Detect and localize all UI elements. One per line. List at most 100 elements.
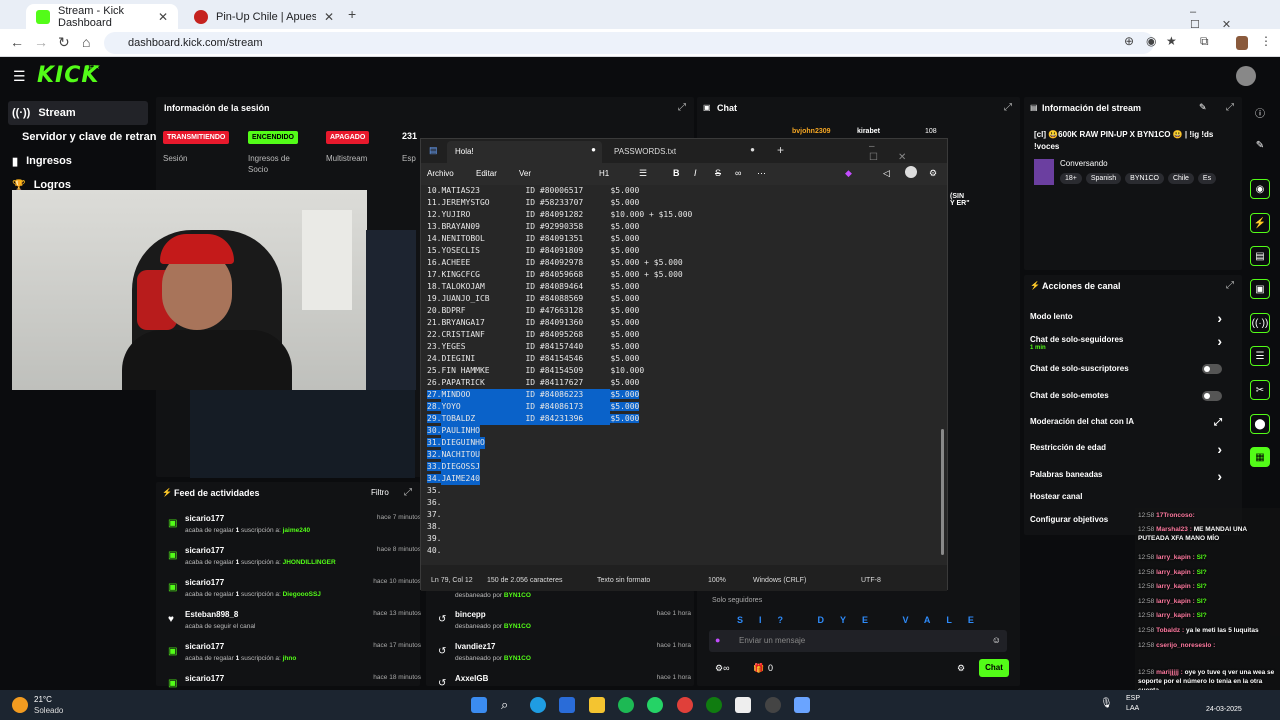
menu-file[interactable]: Archivo xyxy=(427,169,454,178)
sidebar-item-revenue[interactable]: ▮ Ingresos xyxy=(8,149,148,173)
stream-tag[interactable]: BYN1CO xyxy=(1125,173,1164,184)
account-icon[interactable] xyxy=(905,166,917,178)
new-tab-button[interactable]: + xyxy=(777,143,784,157)
toggle-switch[interactable] xyxy=(1202,391,1222,401)
channel-action-item[interactable]: Chat de solo-suscriptores xyxy=(1030,364,1230,384)
feed-username[interactable]: sicario177 xyxy=(185,578,224,587)
feed-item[interactable]: ▣ sicario177 acaba de regalar 1 suscripció… xyxy=(166,642,421,672)
star-icon[interactable]: ★ xyxy=(1166,34,1177,48)
window-controls[interactable]: –☐✕ xyxy=(869,141,947,163)
forward-icon[interactable]: → xyxy=(34,34,48,50)
expand-icon[interactable]: ⤢ xyxy=(404,487,412,498)
mic-tray-icon[interactable]: 🎙 xyxy=(1100,698,1113,709)
link-icon[interactable]: ∞ xyxy=(735,168,741,178)
expand-icon[interactable]: ⤢ xyxy=(1226,102,1234,113)
record-icon[interactable]: ◉ xyxy=(1250,179,1270,199)
chat-icon[interactable]: ▣ xyxy=(1250,279,1270,299)
close-tab-icon[interactable]: ✕ xyxy=(324,10,334,24)
spotify-icon[interactable] xyxy=(618,697,634,713)
queue-icon[interactable]: ☰ xyxy=(1250,346,1270,366)
menu-dots-icon[interactable]: ⋮ xyxy=(1260,34,1272,48)
notes-icon[interactable]: ▤ xyxy=(1250,246,1270,266)
mod-username[interactable]: Ivandiez17 xyxy=(455,642,495,651)
feed-item[interactable]: ▣ sicario177 acaba de regalar 1 suscripció… xyxy=(166,546,421,576)
more-icon[interactable]: ⋯ xyxy=(757,168,766,179)
mic-icon[interactable]: ● xyxy=(715,635,720,645)
user-avatar[interactable] xyxy=(1236,66,1256,86)
app-icon[interactable] xyxy=(765,697,781,713)
scrollbar-thumb[interactable] xyxy=(941,429,944,555)
expand-icon[interactable]: ⤢ xyxy=(678,102,686,113)
mod-log-item[interactable]: ↺ bincepp desbaneado por BYN1CO hace 1 hora xyxy=(436,610,691,640)
browser-tab[interactable]: Pin-Up Chile | Apuestas y Casin ✕ xyxy=(184,4,344,29)
feed-username[interactable]: sicario177 xyxy=(185,674,224,683)
window-controls[interactable]: –☐✕ xyxy=(1190,6,1280,31)
snipping-icon[interactable] xyxy=(735,697,751,713)
windows-start-icon[interactable] xyxy=(471,697,487,713)
mod-username[interactable]: AxxelGB xyxy=(455,674,488,683)
explorer-icon[interactable] xyxy=(589,697,605,713)
channel-action-item[interactable]: Modo lento › xyxy=(1030,310,1230,332)
lightning-icon[interactable]: ⚡ xyxy=(1250,213,1270,233)
stream-tag[interactable]: 18+ xyxy=(1060,173,1082,184)
feed-target[interactable]: jaime240 xyxy=(283,527,310,534)
send-chat-button[interactable]: Chat xyxy=(979,659,1009,677)
settings-icon[interactable]: ⚙ xyxy=(929,168,937,179)
new-tab-button[interactable]: + xyxy=(348,6,356,22)
sidebar-item-stream[interactable]: ((·)) Stream xyxy=(8,101,148,125)
chat-username[interactable]: bvjohn2309 xyxy=(792,128,831,135)
sidebar-item-server-key[interactable]: Servidor y clave de retransmisión xyxy=(8,125,158,149)
emoji-icon[interactable]: ☺ xyxy=(992,635,1001,645)
megaphone-icon[interactable]: ◁ xyxy=(883,168,890,179)
hamburger-icon[interactable]: ☰ xyxy=(13,68,26,85)
feed-target[interactable]: JHONDILLINGER xyxy=(283,559,336,566)
store-icon[interactable] xyxy=(559,697,575,713)
notepad-tab-active[interactable]: Hola! ● xyxy=(447,141,602,163)
unsaved-dot-icon[interactable]: ● xyxy=(591,145,596,154)
chrome-icon[interactable] xyxy=(677,697,693,713)
gift-icon[interactable]: 🎁 xyxy=(753,663,764,674)
feed-item[interactable]: ♥ Esteban898_8 acaba de seguir el canal ha… xyxy=(166,610,421,640)
mod-by[interactable]: BYN1CO xyxy=(504,592,531,599)
strikethrough-icon[interactable]: S xyxy=(715,168,721,178)
feed-item[interactable]: ▣ sicario177 acaba de regalar 1 suscripció… xyxy=(166,514,421,544)
chat-username[interactable]: kirabet xyxy=(857,128,880,135)
channel-action-item[interactable]: Moderación del chat con IA ⤢ xyxy=(1030,417,1230,437)
slow-mode-icon[interactable]: ⚙∞ xyxy=(715,663,729,674)
channel-action-item[interactable]: Restricción de edad › xyxy=(1030,441,1230,463)
feed-target[interactable]: jhno xyxy=(283,655,297,662)
chat-input[interactable]: ● Enviar un mensaje ☺ xyxy=(709,630,1007,652)
filter-button[interactable]: Filtro xyxy=(371,488,389,497)
unsaved-dot-icon[interactable]: ● xyxy=(750,145,755,154)
poll-icon[interactable]: ▦ xyxy=(1250,447,1270,467)
broadcast-icon[interactable]: ((·)) xyxy=(1250,313,1270,333)
close-tab-icon[interactable]: ✕ xyxy=(158,10,168,24)
search-icon[interactable]: ⌕ xyxy=(501,697,517,713)
notepad-taskbar-icon[interactable] xyxy=(794,697,810,713)
mod-by[interactable]: BYN1CO xyxy=(504,623,531,630)
menu-edit[interactable]: Editar xyxy=(476,169,497,178)
mod-by[interactable]: BYN1CO xyxy=(504,655,531,662)
expand-icon[interactable]: ⤢ xyxy=(1004,102,1012,113)
menu-view[interactable]: Ver xyxy=(519,169,531,178)
notepad-tab[interactable]: PASSWORDS.txt ● xyxy=(606,141,761,163)
mod-icon[interactable]: ⬤ xyxy=(1250,414,1270,434)
list-icon[interactable]: ☰ xyxy=(639,168,647,179)
home-icon[interactable]: ⌂ xyxy=(82,34,90,50)
feed-username[interactable]: sicario177 xyxy=(185,642,224,651)
feed-username[interactable]: sicario177 xyxy=(185,546,224,555)
eye-off-icon[interactable]: ◉ xyxy=(1146,34,1156,48)
settings-icon[interactable]: ⚙ xyxy=(957,663,965,674)
back-icon[interactable]: ← xyxy=(10,34,24,50)
profile-avatar[interactable] xyxy=(1236,36,1248,50)
url-input[interactable]: dashboard.kick.com/stream xyxy=(104,32,1154,54)
stream-tag[interactable]: Spanish xyxy=(1085,173,1122,184)
mod-log-item[interactable]: ↺ Ivandiez17 desbaneado por BYN1CO hace 1 h… xyxy=(436,642,691,672)
feed-username[interactable]: sicario177 xyxy=(185,514,224,523)
browser-tab-active[interactable]: Stream - Kick Dashboard ✕ xyxy=(26,4,178,29)
bold-icon[interactable]: B xyxy=(673,168,680,178)
zoom-icon[interactable]: ⊕ xyxy=(1124,34,1134,48)
mod-username[interactable]: bincepp xyxy=(455,610,486,619)
feed-target[interactable]: DiegoooSSJ xyxy=(283,591,321,598)
feed-item[interactable]: ▣ sicario177 acaba de regalar 1 suscripció… xyxy=(166,578,421,608)
